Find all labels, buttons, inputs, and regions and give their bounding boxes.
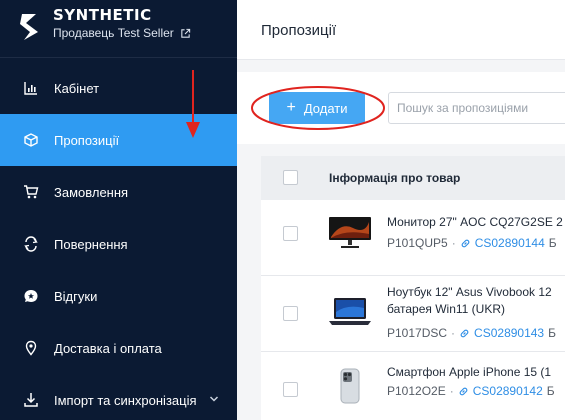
- brand-name: SYNTHETIC: [53, 6, 152, 24]
- sidebar-item-label: Кабінет: [54, 80, 100, 96]
- location-pin-icon: [22, 339, 40, 357]
- row-checkbox[interactable]: [283, 382, 298, 397]
- link-icon: [459, 387, 468, 395]
- product-meta-tail: Б: [546, 384, 555, 398]
- chevron-down-icon: [209, 396, 219, 402]
- sidebar-item-import-sync[interactable]: Імпорт та синхронізація: [0, 374, 237, 420]
- product-title[interactable]: Монитор 27" AOC CQ27G2SE 2: [387, 214, 563, 231]
- sidebar-item-label: Відгуки: [54, 288, 98, 304]
- product-title-line2[interactable]: батарея Win11 (UKR): [387, 301, 505, 318]
- sidebar-item-delivery[interactable]: Доставка і оплата: [0, 322, 237, 374]
- product-sku: P1012O2E: [387, 384, 446, 398]
- link-icon: [460, 329, 469, 337]
- link-icon: [461, 239, 470, 247]
- product-meta-tail: Б: [548, 326, 556, 340]
- external-link-icon: [181, 28, 190, 38]
- offers-search-input[interactable]: [388, 92, 565, 124]
- product-code-link[interactable]: CS02890142: [473, 384, 543, 398]
- main-content: Пропозиції + Додати Інформація про товар: [237, 0, 565, 420]
- product-title[interactable]: Смартфон Apple iPhone 15 (1: [387, 364, 551, 381]
- sync-icon: [22, 391, 40, 409]
- sidebar-item-label: Імпорт та синхронізація: [54, 392, 197, 408]
- product-meta: P1012O2E · CS02890142 Б: [387, 384, 555, 398]
- synthetic-logo-icon[interactable]: [18, 10, 42, 44]
- table-header: Інформація про товар: [261, 156, 565, 200]
- cart-icon: [22, 183, 40, 201]
- sidebar-item-label: Замовлення: [54, 184, 129, 200]
- sidebar-item-label: Доставка і оплата: [54, 340, 162, 356]
- table-row[interactable]: Монитор 27" AOC CQ27G2SE 2 P101QUP5 · CS…: [261, 200, 565, 276]
- product-meta-tail: Б: [548, 236, 557, 250]
- seller-link[interactable]: Продавець Test Seller: [53, 26, 191, 40]
- seller-name: Продавець Test Seller: [53, 26, 174, 40]
- table-row[interactable]: Смартфон Apple iPhone 15 (1 P1012O2E · C…: [261, 352, 565, 420]
- column-header-product-info: Інформація про товар: [329, 171, 461, 185]
- sidebar-item-label: Повернення: [54, 236, 128, 252]
- product-sku: P101QUP5: [387, 236, 448, 250]
- add-offer-label: Додати: [303, 100, 348, 116]
- sidebar-item-label: Пропозиції: [54, 132, 120, 148]
- page-title: Пропозиції: [261, 22, 337, 39]
- review-icon: [22, 287, 40, 305]
- product-meta: P101QUP5 · CS02890144 Б: [387, 236, 557, 250]
- offers-table: Інформація про товар Монитор 27" AOC CQ2…: [261, 156, 565, 420]
- return-icon: [22, 235, 40, 253]
- sidebar: SYNTHETIC Продавець Test Seller Кабінет …: [0, 0, 237, 420]
- sidebar-item-reviews[interactable]: Відгуки: [0, 270, 237, 322]
- product-title[interactable]: Ноутбук 12" Asus Vivobook 12: [387, 284, 552, 301]
- select-all-checkbox[interactable]: [283, 170, 298, 185]
- sidebar-item-returns[interactable]: Повернення: [0, 218, 237, 270]
- annotation-arrow-icon: [186, 70, 200, 138]
- table-row[interactable]: Ноутбук 12" Asus Vivobook 12 батарея Win…: [261, 276, 565, 352]
- add-offer-button[interactable]: + Додати: [269, 92, 365, 124]
- brand-header: SYNTHETIC Продавець Test Seller: [0, 0, 237, 58]
- product-code-link[interactable]: CS02890144: [475, 236, 545, 250]
- product-code-link[interactable]: CS02890143: [474, 326, 544, 340]
- plus-icon: +: [286, 98, 296, 116]
- offers-toolbar: + Додати: [237, 72, 565, 144]
- product-thumbnail-laptop: [329, 298, 371, 325]
- row-checkbox[interactable]: [283, 306, 298, 321]
- page-header: Пропозиції: [237, 0, 565, 60]
- product-sku: P1017DSC: [387, 326, 448, 340]
- product-thumbnail-smartphone: [340, 368, 360, 404]
- sidebar-item-orders[interactable]: Замовлення: [0, 166, 237, 218]
- product-thumbnail-monitor: [329, 217, 371, 248]
- product-meta: P1017DSC · CS02890143 Б: [387, 326, 556, 340]
- chart-bars-icon: [22, 79, 40, 97]
- box-icon: [22, 131, 40, 149]
- row-checkbox[interactable]: [283, 226, 298, 241]
